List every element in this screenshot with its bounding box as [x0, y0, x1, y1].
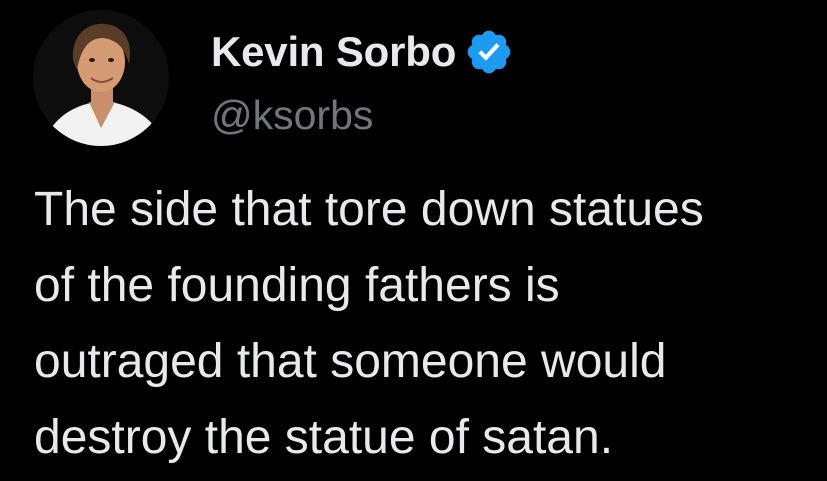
display-name[interactable]: Kevin Sorbo [211, 28, 456, 76]
tweet-text-line: destroy the statue of satan. [34, 411, 614, 464]
author-names: Kevin Sorbo @ksorbs [211, 24, 514, 139]
tweet-text-line: The side that tore down statues [34, 183, 704, 236]
tweet-header: Kevin Sorbo @ksorbs [33, 10, 514, 150]
avatar[interactable] [33, 10, 169, 146]
avatar-image [33, 10, 169, 146]
verified-checkmark-icon[interactable] [464, 27, 514, 77]
author-handle[interactable]: @ksorbs [211, 92, 514, 139]
name-row: Kevin Sorbo [211, 24, 514, 80]
tweet-text-line: outraged that someone would [34, 335, 667, 388]
tweet-text-line: of the founding fathers is [34, 259, 560, 312]
tweet-card: Kevin Sorbo @ksorbs The side that tore d… [0, 0, 827, 481]
tweet-text: The side that tore down statues of the f… [34, 172, 814, 476]
